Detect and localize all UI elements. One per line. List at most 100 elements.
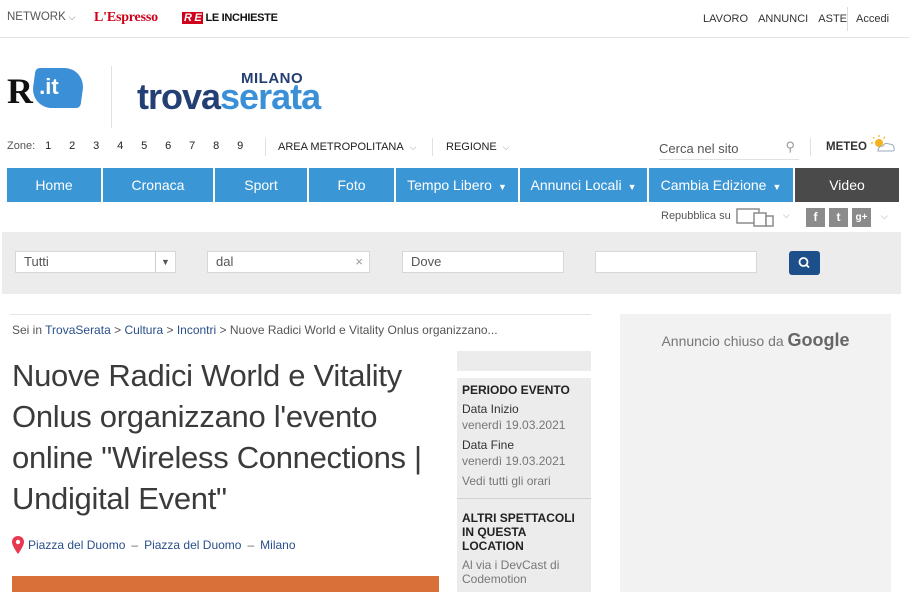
nav-foto[interactable]: Foto: [309, 168, 394, 202]
chevron-down-icon: ⌵: [502, 142, 510, 152]
category-select[interactable]: Tutti ▼: [15, 251, 176, 273]
meteo-link[interactable]: METEO: [826, 135, 895, 153]
devices-icon[interactable]: [736, 207, 786, 227]
repubblica-logo[interactable]: R .it: [7, 66, 86, 114]
regione-dropdown[interactable]: REGIONE ⌵: [446, 141, 510, 153]
side-panel-header: [457, 351, 591, 371]
filter-search-button[interactable]: [789, 251, 820, 275]
trovaserata-logo[interactable]: MILANO trovaserata: [137, 70, 367, 120]
breadcrumb-current: Nuove Radici World e Vitality Onlus orga…: [229, 323, 498, 337]
espresso-logo[interactable]: L'Espresso: [94, 10, 158, 26]
zone-7[interactable]: 7: [189, 140, 213, 152]
link-aste[interactable]: ASTE: [818, 13, 847, 25]
login-link[interactable]: Accedi: [847, 7, 902, 31]
search-icon[interactable]: ⚲: [785, 139, 795, 155]
googleplus-icon[interactable]: g+: [852, 208, 871, 227]
zone-label: Zone:: [7, 140, 36, 152]
keyword-input[interactable]: [595, 251, 757, 273]
start-label: Data Inizio: [462, 402, 519, 416]
zone-2[interactable]: 2: [69, 140, 93, 152]
chevron-down-icon: ▼: [497, 182, 507, 192]
chevron-down-icon[interactable]: ⌵: [783, 210, 790, 221]
nav-tempo-libero[interactable]: Tempo Libero ▼: [396, 168, 518, 202]
weather-icon: [871, 135, 895, 152]
map-pin-icon: [12, 536, 24, 554]
header-divider: [111, 66, 112, 128]
top-links: LAVORO ANNUNCI ASTE: [696, 13, 847, 25]
nav-sport[interactable]: Sport: [215, 168, 307, 202]
period-heading: PERIODO EVENTO: [462, 383, 570, 397]
nav-cambia-edizione[interactable]: Cambia Edizione ▼: [649, 168, 793, 202]
nav-label: Tempo Libero: [407, 177, 492, 193]
meteo-label: METEO: [826, 141, 867, 153]
nav-cronaca[interactable]: Cronaca: [103, 168, 213, 202]
link-annunci[interactable]: ANNUNCI: [758, 13, 808, 25]
nav-label: Sport: [244, 177, 278, 193]
zone-divider: [432, 138, 433, 156]
all-times-link[interactable]: Vedi tutti gli orari: [462, 474, 586, 488]
trovaserata-wordmark: trovaserata: [137, 76, 321, 118]
search-icon: [798, 257, 810, 269]
zone-8[interactable]: 8: [213, 140, 237, 152]
nav-home[interactable]: Home: [7, 168, 101, 202]
meteo-divider: [810, 138, 811, 156]
other-show-link[interactable]: Al via i DevCast di Codemotion: [462, 558, 586, 586]
repubblica-logo-r: R: [7, 71, 33, 111]
zone-1[interactable]: 1: [45, 140, 69, 152]
link-lavoro[interactable]: LAVORO: [703, 13, 748, 25]
share-label: Repubblica su: [661, 210, 731, 222]
trovaserata-word-b: serata: [220, 76, 321, 117]
facebook-icon[interactable]: f: [806, 208, 825, 227]
date-from-input[interactable]: dal ×: [207, 251, 370, 273]
location-sep: –: [247, 538, 255, 552]
breadcrumb-rule: [10, 314, 591, 315]
inchieste-logo[interactable]: R E LE INCHIESTE: [182, 12, 278, 24]
twitter-icon[interactable]: t: [829, 208, 848, 227]
chevron-down-icon: ▼: [155, 252, 175, 272]
zone-9[interactable]: 9: [237, 140, 261, 152]
chevron-down-icon[interactable]: ⌵: [881, 211, 888, 222]
where-placeholder: Dove: [411, 254, 442, 269]
chevron-down-icon: ⌵: [409, 142, 417, 152]
area-metropolitana-dropdown[interactable]: AREA METROPOLITANA ⌵: [278, 141, 417, 153]
repubblica-logo-it-text: .it: [39, 74, 59, 99]
location-city[interactable]: Milano: [260, 538, 295, 552]
breadcrumb-cultura[interactable]: Cultura: [124, 323, 163, 337]
zone-6[interactable]: 6: [165, 140, 189, 152]
zone-3[interactable]: 3: [93, 140, 117, 152]
google-logo: Google: [787, 330, 850, 350]
nav-video[interactable]: Video: [795, 168, 899, 202]
nav-label: Home: [35, 177, 73, 193]
region-label: REGIONE: [446, 141, 497, 153]
network-menu[interactable]: NETWORK ⌵: [7, 11, 76, 23]
end-label: Data Fine: [462, 438, 515, 452]
breadcrumb: Sei in TrovaSerata > Cultura > Incontri …: [12, 323, 498, 337]
breadcrumb-prefix: Sei in: [12, 323, 43, 337]
breadcrumb-incontri[interactable]: Incontri: [177, 323, 216, 337]
ad-slot: Annuncio chiuso da Google: [620, 314, 891, 592]
inchieste-label: LE INCHIESTE: [205, 12, 278, 24]
location-address[interactable]: Piazza del Duomo: [144, 538, 241, 552]
nav-label: Cronaca: [131, 177, 185, 193]
zone-5[interactable]: 5: [141, 140, 165, 152]
ad-closed-text: Annuncio chiuso da: [661, 333, 784, 349]
location-venue[interactable]: Piazza del Duomo: [28, 538, 125, 552]
site-search-placeholder: Cerca nel sito: [659, 141, 739, 156]
ad-closed-message: Annuncio chiuso da Google: [620, 330, 891, 351]
main-nav: Home Cronaca Sport Foto Tempo Libero ▼ An…: [7, 168, 899, 202]
zone-4[interactable]: 4: [117, 140, 141, 152]
panel-divider: [457, 498, 591, 499]
nav-annunci-locali[interactable]: Annunci Locali ▼: [520, 168, 647, 202]
repubblica-logo-it: .it: [30, 68, 86, 108]
nav-label: Foto: [337, 177, 366, 193]
site-search-input[interactable]: Cerca nel sito ⚲: [659, 134, 799, 160]
chevron-down-icon: ▼: [627, 182, 637, 192]
zone-selector: Zone: 1 2 3 4 5 6 7 8 9: [7, 140, 261, 152]
nav-label: Video: [829, 177, 865, 193]
event-title: Nuove Radici World e Vitality Onlus orga…: [12, 358, 422, 516]
start-value: venerdì 19.03.2021: [462, 418, 566, 432]
where-input[interactable]: Dove: [402, 251, 564, 273]
clear-icon[interactable]: ×: [355, 254, 363, 269]
breadcrumb-trovaserata[interactable]: TrovaSerata: [45, 323, 111, 337]
top-bar: NETWORK ⌵ L'Espresso R E LE INCHIESTE LAVO…: [0, 0, 909, 38]
